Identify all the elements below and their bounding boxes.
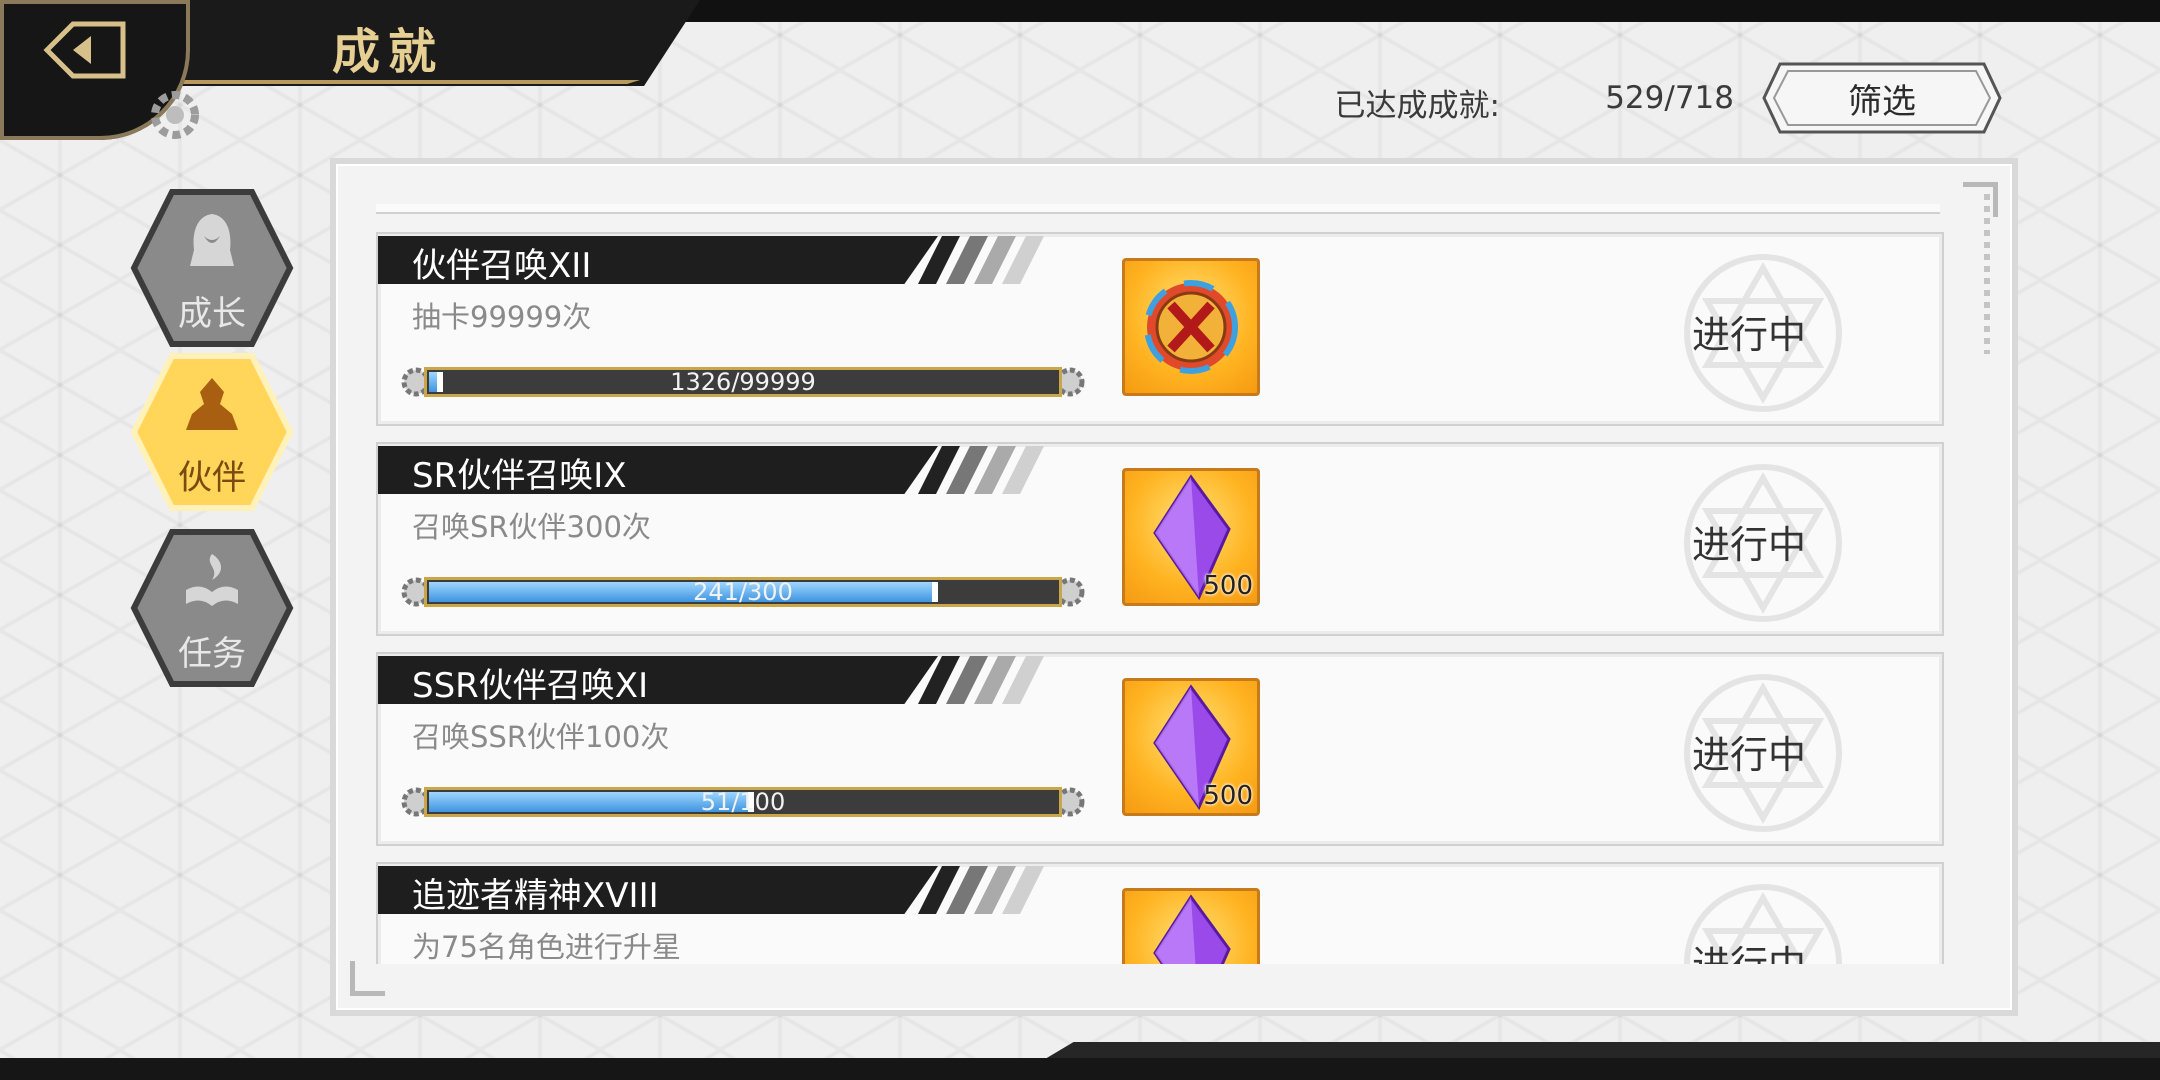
party-group-icon (186, 378, 238, 430)
achievement-card: SR伙伴召唤IX 召唤SR伙伴300次 241/300 500 进行中 (376, 442, 1944, 636)
status-label: 进行中 (1692, 733, 1807, 777)
filter-button[interactable]: 筛选 (1762, 62, 2002, 134)
status-label: 进行中 (1692, 313, 1807, 357)
reward-item[interactable] (1122, 888, 1260, 964)
panel-corner (350, 961, 385, 996)
progress-text: 241/300 (693, 578, 793, 606)
scrollbar[interactable] (1984, 194, 1990, 354)
achievement-title: 伙伴召唤XII (412, 246, 592, 286)
achievement-card: 伙伴召唤XII 抽卡99999次 1326/99999 进行中 (376, 232, 1944, 426)
achievement-count: 529/718 (1605, 80, 1734, 116)
title-stripes (918, 656, 1044, 704)
achievement-desc: 召唤SR伙伴300次 (412, 510, 651, 544)
tab-quest[interactable]: 任务 (130, 526, 294, 690)
bottom-bar (0, 1058, 2160, 1080)
reward-item[interactable] (1122, 258, 1260, 396)
reward-quantity: 500 (1203, 781, 1253, 811)
reward-item[interactable]: 500 (1122, 468, 1260, 606)
tab-label: 任务 (178, 634, 246, 674)
title-stripes (918, 446, 1044, 494)
tab-label: 伙伴 (178, 458, 246, 498)
achievement-panel: 伙伴召唤XII 抽卡99999次 1326/99999 进行中 SR伙伴召唤IX… (330, 158, 2018, 1016)
progress-track: 1326/99999 (424, 367, 1062, 397)
back-button[interactable] (40, 18, 130, 82)
progress-bar: 241/300 (398, 574, 1088, 610)
top-strip (620, 0, 2160, 22)
purple-crystal-icon (1153, 894, 1231, 964)
progress-track: 241/300 (424, 577, 1062, 607)
reward-quantity: 500 (1203, 571, 1253, 601)
achievement-desc: 召唤SSR伙伴100次 (412, 720, 670, 754)
panel-corner (1963, 182, 1998, 217)
back-arrow-icon (43, 21, 126, 79)
achievement-list[interactable]: 伙伴召唤XII 抽卡99999次 1326/99999 进行中 SR伙伴召唤IX… (376, 204, 1956, 964)
achievement-title: SSR伙伴召唤XI (412, 666, 649, 706)
status-label: 进行中 (1692, 523, 1807, 567)
page-title: 成就 (332, 24, 445, 80)
rainbow-coin-icon (1144, 280, 1238, 374)
achievement-title: 追迹者精神XVIII (412, 876, 659, 916)
achievement-card: SSR伙伴召唤XI 召唤SSR伙伴100次 51/100 500 进行中 (376, 652, 1944, 846)
gear-icon (151, 91, 199, 139)
progress-bar: 1326/99999 (398, 364, 1088, 400)
progress-text: 1326/99999 (670, 368, 816, 396)
tab-label: 成长 (178, 294, 246, 334)
achievement-card: 追迹者精神XVIII 为75名角色进行升星 进行中 (376, 862, 1944, 964)
status-label: 进行中 (1692, 934, 1806, 964)
progress-bar: 51/100 (398, 784, 1088, 820)
progress-text: 51/100 (700, 788, 786, 816)
title-stripes (918, 236, 1044, 284)
achievement-count-label: 已达成成就: (1334, 88, 1500, 124)
title-stripes (918, 866, 1044, 914)
hooded-figure-icon (190, 214, 234, 266)
achievement-desc: 抽卡99999次 (412, 300, 592, 334)
achievement-title: SR伙伴召唤IX (412, 456, 627, 496)
tab-partner[interactable]: 伙伴 (130, 350, 294, 514)
previous-card-edge (376, 204, 1940, 214)
filter-label: 筛选 (1848, 81, 1916, 122)
book-flame-icon (186, 554, 238, 606)
progress-track: 51/100 (424, 787, 1062, 817)
tab-growth[interactable]: 成长 (130, 186, 294, 350)
reward-item[interactable]: 500 (1122, 678, 1260, 816)
achievement-desc: 为75名角色进行升星 (412, 930, 681, 964)
